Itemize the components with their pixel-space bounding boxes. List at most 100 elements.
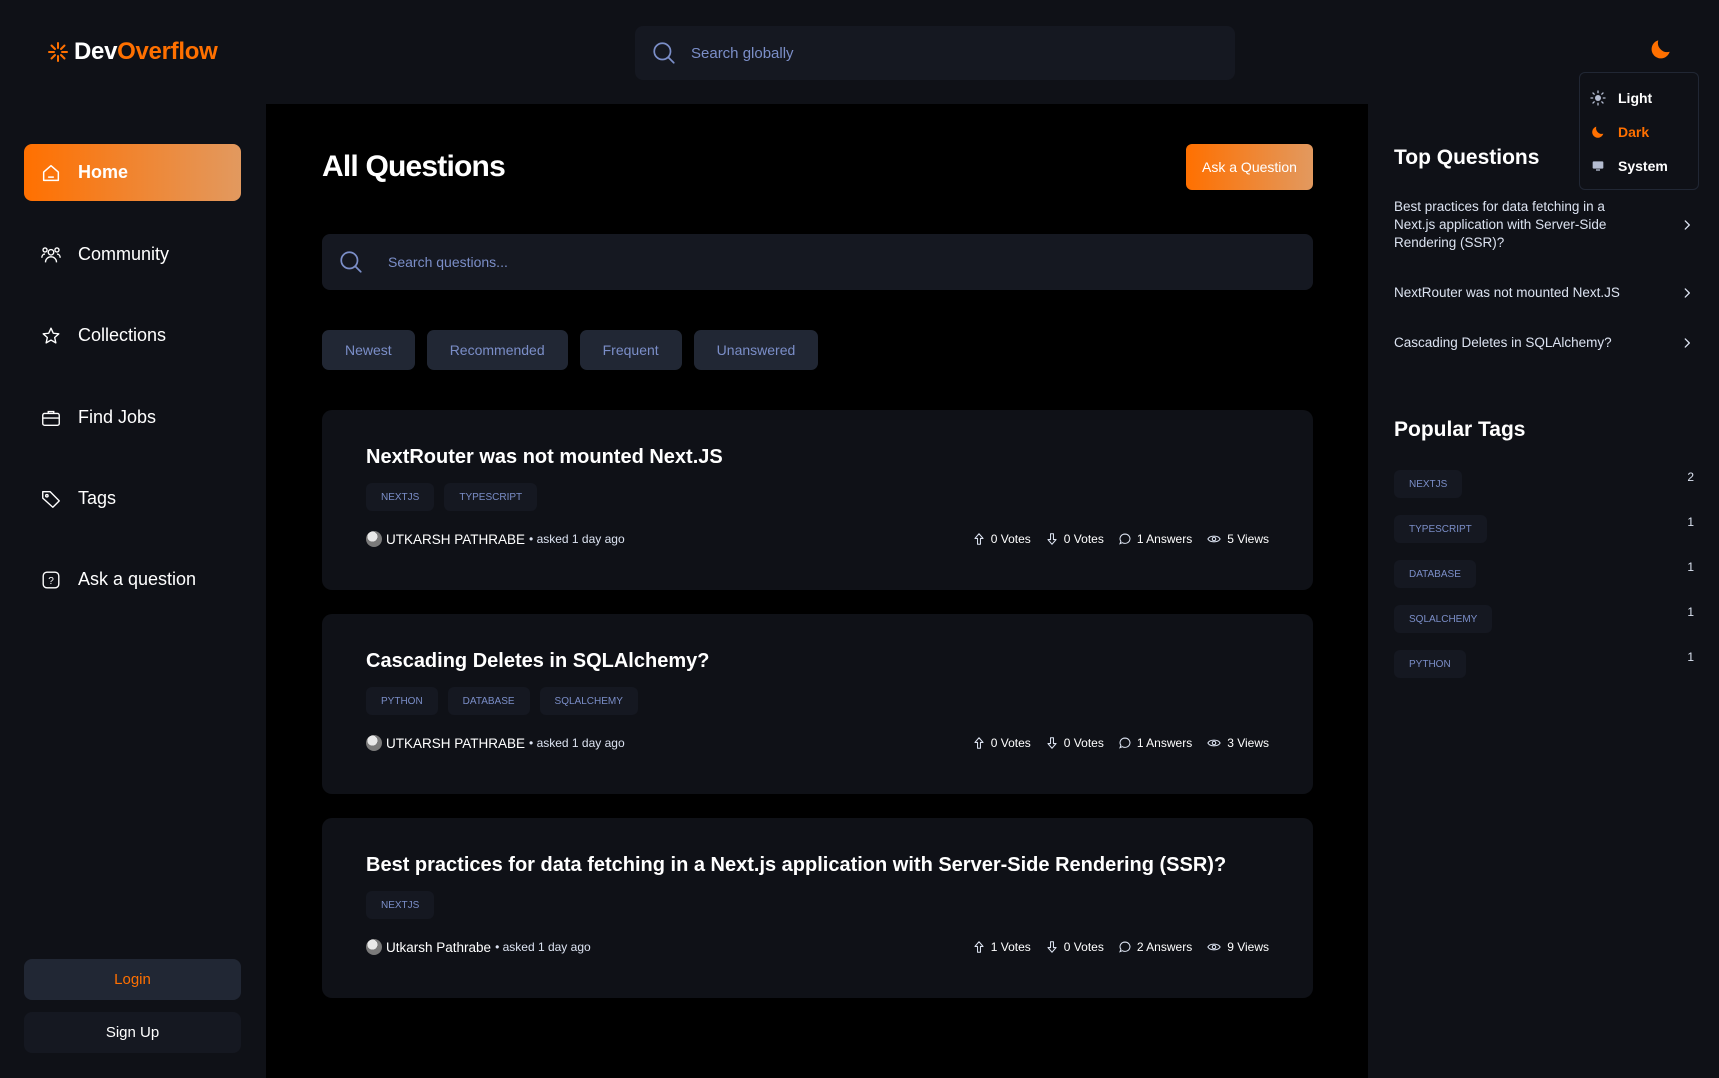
chevron-right-icon [1684, 288, 1690, 298]
upvotes-value: 1 Votes [990, 940, 1031, 954]
tag-chip[interactable]: TYPESCRIPT [1394, 515, 1487, 543]
upvotes-stat: 0 Votes [972, 736, 1031, 750]
sidebar-item-label: Ask a question [78, 569, 197, 589]
moon-icon [1592, 126, 1604, 138]
question-author[interactable]: UTKARSH PATHRABE • asked 1 day ago [366, 735, 625, 751]
tag-count: 1 [1687, 515, 1694, 529]
question-author[interactable]: Utkarsh Pathrabe • asked 1 day ago [366, 939, 591, 955]
filter-bar: Newest Recommended Frequent Unanswered [322, 330, 819, 370]
question-meta: Utkarsh Pathrabe • asked 1 day ago 1 Vot… [366, 939, 1269, 955]
question-title[interactable]: NextRouter was not mounted Next.JS [366, 446, 1269, 469]
briefcase-icon [40, 407, 62, 429]
search-icon [340, 251, 362, 273]
popular-tag-row[interactable]: NEXTJS 2 [1394, 470, 1694, 498]
tag-chip[interactable]: NEXTJS [366, 891, 435, 919]
sidebar-item-find-jobs[interactable]: Find Jobs [24, 389, 241, 446]
global-search-input[interactable] [691, 44, 1191, 62]
question-meta: UTKARSH PATHRABE • asked 1 day ago 0 Vot… [366, 531, 1269, 547]
main-content: All Questions Ask a Question Newest Reco… [266, 104, 1368, 1078]
login-button[interactable]: Login [24, 959, 241, 1000]
author-name: UTKARSH PATHRABE [386, 531, 526, 547]
theme-toggle-button[interactable] [1648, 36, 1676, 64]
question-author[interactable]: UTKARSH PATHRABE • asked 1 day ago [366, 531, 625, 547]
signup-button[interactable]: Sign Up [24, 1012, 241, 1053]
tag-count: 2 [1687, 470, 1694, 484]
eye-icon [1207, 943, 1221, 951]
popular-tag-row[interactable]: DATABASE 1 [1394, 560, 1694, 588]
filter-unanswered[interactable]: Unanswered [693, 330, 819, 370]
tag-count: 1 [1687, 650, 1694, 664]
question-card[interactable]: Best practices for data fetching in a Ne… [322, 818, 1313, 998]
message-icon [1118, 941, 1131, 953]
downvotes-value: 0 Votes [1063, 532, 1104, 546]
left-sidebar: Home Community Collections Find Jobs Tag… [0, 104, 266, 1078]
top-navbar: DevOverflow [0, 0, 1719, 104]
theme-option-label: Dark [1618, 124, 1650, 140]
global-search-bar[interactable] [635, 26, 1235, 80]
popular-tag-row[interactable]: SQLALCHEMY 1 [1394, 605, 1694, 633]
eye-icon [1207, 535, 1221, 543]
theme-option-light[interactable]: Light [1590, 81, 1688, 115]
asked-time: • asked 1 day ago [529, 736, 625, 750]
monitor-icon [1592, 161, 1604, 171]
moon-icon [1651, 40, 1670, 59]
question-title[interactable]: Best practices for data fetching in a Ne… [366, 854, 1269, 877]
theme-option-dark[interactable]: Dark [1590, 115, 1688, 149]
logo-icon [48, 42, 68, 62]
question-card[interactable]: NextRouter was not mounted Next.JS NEXTJ… [322, 410, 1313, 590]
sidebar-item-ask-question[interactable]: ? Ask a question [24, 551, 241, 608]
top-question-link[interactable]: NextRouter was not mounted Next.JS [1394, 284, 1694, 302]
tag-chip[interactable]: DATABASE [447, 687, 530, 715]
question-search-input[interactable] [388, 254, 1268, 270]
sidebar-item-tags[interactable]: Tags [24, 470, 241, 527]
app-logo[interactable]: DevOverflow [46, 38, 218, 66]
tag-count: 1 [1687, 560, 1694, 574]
upvotes-stat: 0 Votes [972, 532, 1031, 546]
sidebar-item-community[interactable]: Community [24, 226, 241, 283]
question-tags: PYTHON DATABASE SQLALCHEMY [366, 687, 1269, 715]
message-icon [1118, 533, 1131, 545]
tag-chip[interactable]: NEXTJS [1394, 470, 1463, 498]
filter-frequent[interactable]: Frequent [579, 330, 682, 370]
popular-tag-row[interactable]: PYTHON 1 [1394, 650, 1694, 678]
answers-value: 1 Answers [1136, 736, 1193, 750]
filter-newest[interactable]: Newest [322, 330, 415, 370]
top-question-link[interactable]: Cascading Deletes in SQLAlchemy? [1394, 334, 1694, 352]
tag-chip[interactable]: NEXTJS [366, 483, 435, 511]
tag-chip[interactable]: SQLALCHEMY [539, 687, 638, 715]
tag-chip[interactable]: SQLALCHEMY [1394, 605, 1493, 633]
question-card[interactable]: Cascading Deletes in SQLAlchemy? PYTHON … [322, 614, 1313, 794]
message-icon [1118, 737, 1131, 749]
tag-chip[interactable]: PYTHON [1394, 650, 1466, 678]
question-stats: 1 Votes 0 Votes 2 Answers 9 Views [972, 940, 1269, 954]
tag-chip[interactable]: DATABASE [1394, 560, 1476, 588]
question-stats: 0 Votes 0 Votes 1 Answers 5 Views [972, 532, 1269, 546]
sidebar-item-label: Home [78, 162, 129, 182]
avatar [366, 735, 382, 751]
ask-question-button[interactable]: Ask a Question [1186, 144, 1313, 190]
sidebar-item-home[interactable]: Home [24, 144, 241, 201]
question-title[interactable]: Cascading Deletes in SQLAlchemy? [366, 650, 1269, 673]
popular-tag-row[interactable]: TYPESCRIPT 1 [1394, 515, 1694, 543]
page-title: All Questions [322, 150, 506, 183]
filter-recommended[interactable]: Recommended [426, 330, 568, 370]
views-value: 3 Views [1227, 736, 1269, 750]
downvotes-stat: 0 Votes [1045, 940, 1104, 954]
arrow-up-icon [974, 941, 984, 953]
avatar [366, 939, 382, 955]
arrow-down-icon [1047, 737, 1057, 749]
upvotes-value: 0 Votes [990, 736, 1031, 750]
views-value: 5 Views [1227, 532, 1269, 546]
theme-dropdown-menu: Light Dark System [1579, 72, 1699, 190]
top-questions-title: Top Questions [1394, 146, 1540, 169]
arrow-down-icon [1047, 941, 1057, 953]
theme-option-system[interactable]: System [1590, 149, 1688, 183]
sidebar-item-collections[interactable]: Collections [24, 307, 241, 364]
top-question-link[interactable]: Best practices for data fetching in a Ne… [1394, 198, 1694, 252]
question-search-bar[interactable] [322, 234, 1313, 290]
tag-chip[interactable]: PYTHON [366, 687, 438, 715]
tag-chip[interactable]: TYPESCRIPT [444, 483, 538, 511]
theme-option-label: System [1618, 158, 1668, 174]
views-stat: 9 Views [1206, 940, 1269, 954]
asked-time: • asked 1 day ago [529, 532, 625, 546]
